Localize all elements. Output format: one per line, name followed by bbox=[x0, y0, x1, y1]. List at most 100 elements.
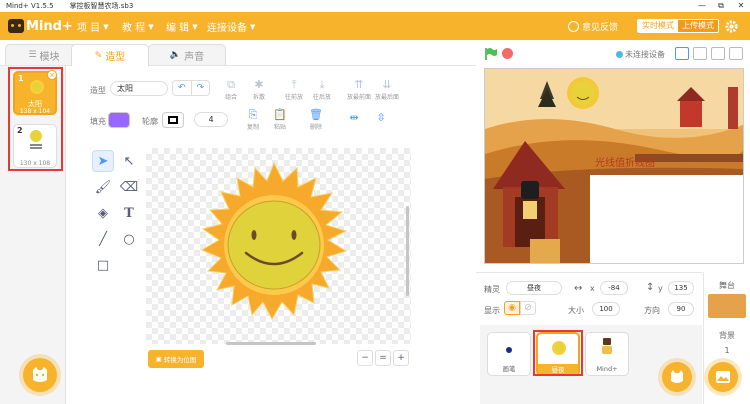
forward-icon: ⤒ bbox=[291, 78, 297, 91]
forward-button[interactable]: ⤒ 往前放 bbox=[279, 78, 309, 101]
menu-project[interactable]: 项 目 ▼ bbox=[77, 19, 109, 35]
front-button[interactable]: ⇈ 放最前面 bbox=[344, 78, 374, 101]
copy-button[interactable]: ⎘ 复制 bbox=[238, 108, 268, 131]
mindplus-logo: Mind+ bbox=[8, 17, 73, 35]
zoom-out-button[interactable]: − bbox=[357, 350, 373, 366]
flip-vertical-icon: ⇳ bbox=[376, 111, 386, 124]
menu-connect-label: 连接设备 bbox=[207, 23, 247, 34]
brush-tool[interactable]: 🖌 bbox=[92, 176, 114, 198]
undo-redo-group: ↶ ↷ bbox=[172, 80, 210, 96]
rectangle-tool[interactable]: □ bbox=[92, 254, 114, 276]
text-tool[interactable]: T bbox=[118, 202, 140, 224]
drawing-canvas[interactable] bbox=[146, 148, 411, 344]
delete-label: 删除 bbox=[309, 124, 322, 131]
add-sprite-button[interactable] bbox=[662, 362, 692, 392]
fill-label: 填充 bbox=[90, 117, 106, 126]
tab-sounds-label: 声音 bbox=[184, 51, 205, 63]
maximize-button[interactable]: ⧉ bbox=[711, 0, 731, 12]
close-button[interactable]: ✕ bbox=[731, 0, 750, 12]
back-button[interactable]: ⇊ 放最后面 bbox=[372, 78, 402, 101]
normal-stage-button[interactable] bbox=[693, 47, 707, 60]
zoom-reset-button[interactable]: = bbox=[375, 350, 391, 366]
minimize-button[interactable]: — bbox=[692, 0, 712, 12]
reshape-tool[interactable]: ↖ bbox=[118, 150, 140, 172]
menu-tutorial-label: 教 程 bbox=[122, 23, 146, 34]
tab-costumes[interactable]: ✎ 造型 bbox=[71, 44, 149, 66]
sprite-label: 精灵 bbox=[484, 285, 500, 294]
outline-square-icon bbox=[168, 116, 178, 124]
x-label: x bbox=[590, 284, 595, 293]
select-tool[interactable]: ➤ bbox=[92, 150, 114, 172]
paste-label: 粘贴 bbox=[273, 124, 286, 131]
sprite-name-input[interactable]: 昼夜 bbox=[506, 281, 562, 295]
sprite-tile-pen[interactable]: 画笔 bbox=[487, 332, 531, 376]
tab-sounds[interactable]: 🔈 声音 bbox=[148, 44, 226, 65]
upload-mode-button[interactable]: 上传模式 bbox=[678, 20, 718, 32]
line-icon: ╱ bbox=[99, 231, 107, 247]
zoom-in-button[interactable]: + bbox=[393, 350, 409, 366]
sprite-tile-name: 画笔 bbox=[502, 365, 516, 373]
menu-tutorial[interactable]: 教 程 ▼ bbox=[122, 19, 154, 35]
undo-icon[interactable]: ↶ bbox=[173, 81, 192, 95]
tab-blocks-label: 模块 bbox=[39, 51, 60, 63]
outline-color-swatch[interactable] bbox=[162, 112, 184, 128]
flip-vertical-button[interactable]: ⇳ bbox=[366, 111, 396, 125]
back-label: 放最后面 bbox=[374, 94, 399, 101]
group-button[interactable]: ⧉ 组合 bbox=[216, 78, 246, 101]
cat-icon bbox=[33, 367, 47, 382]
logo-icon bbox=[8, 19, 24, 33]
hide-eye-icon[interactable]: ⊘ bbox=[520, 301, 536, 315]
image-icon: ▣ bbox=[155, 355, 162, 363]
fill-tool[interactable]: ◈ bbox=[92, 202, 114, 224]
bucket-icon: ◈ bbox=[98, 205, 108, 221]
picture-icon bbox=[716, 371, 730, 383]
outline-width-input[interactable]: 4 bbox=[194, 112, 228, 127]
green-flag-icon[interactable] bbox=[484, 47, 498, 61]
backward-button[interactable]: ⤓ 往后放 bbox=[307, 78, 337, 101]
paste-button[interactable]: 📋 粘贴 bbox=[265, 108, 295, 131]
ungroup-icon: ✱ bbox=[254, 78, 264, 91]
ungroup-button[interactable]: ✱ 拆散 bbox=[244, 78, 274, 101]
canvas-horizontal-scrollbar[interactable] bbox=[226, 342, 316, 345]
direction-input[interactable]: 90 bbox=[668, 302, 694, 316]
small-stage-button[interactable] bbox=[675, 47, 689, 60]
menu-edit[interactable]: 编 辑 ▼ bbox=[166, 19, 198, 35]
sprite-tile-mindplus[interactable]: Mind+ bbox=[585, 332, 629, 376]
add-costume-button[interactable] bbox=[23, 358, 57, 392]
ungroup-label: 拆散 bbox=[252, 94, 265, 101]
y-input[interactable]: 135 bbox=[668, 281, 694, 295]
gear-icon[interactable] bbox=[724, 19, 739, 34]
canvas-vertical-scrollbar[interactable] bbox=[406, 206, 409, 296]
caret-down-icon: ▼ bbox=[250, 22, 256, 31]
show-eye-icon[interactable]: ◉ bbox=[504, 301, 520, 315]
title-bar: Mind+ V1.5.5 掌控板智慧农场.sb3 — ⧉ ✕ bbox=[0, 0, 750, 12]
size-input[interactable]: 100 bbox=[592, 302, 620, 316]
backward-icon: ⤓ bbox=[319, 78, 325, 91]
circle-tool[interactable]: ○ bbox=[118, 228, 140, 250]
stage-canvas[interactable]: 光线值折线图 bbox=[484, 68, 744, 264]
x-input[interactable]: -84 bbox=[600, 281, 628, 295]
eraser-tool[interactable]: ⌫ bbox=[118, 176, 140, 198]
delete-button[interactable]: 🗑 删除 bbox=[301, 108, 331, 131]
redo-icon[interactable]: ↷ bbox=[192, 81, 210, 95]
feedback-label: 意见反馈 bbox=[582, 23, 619, 33]
fullscreen-button[interactable] bbox=[729, 47, 743, 60]
menu-connect-device[interactable]: 连接设备 ▼ bbox=[207, 19, 256, 35]
trash-icon: 🗑 bbox=[309, 108, 323, 121]
editor-tabs: ☰ 模块 ✎ 造型 🔈 声音 bbox=[0, 40, 476, 66]
realtime-mode-button[interactable]: 实时模式 bbox=[638, 20, 678, 32]
line-tool[interactable]: ╱ bbox=[92, 228, 114, 250]
stop-icon[interactable] bbox=[502, 48, 513, 59]
add-backdrop-button[interactable] bbox=[708, 362, 738, 392]
large-stage-button[interactable] bbox=[711, 47, 725, 60]
convert-to-bitmap-button[interactable]: ▣ 转换为位图 bbox=[148, 350, 204, 368]
costume-name-input[interactable]: 太阳 bbox=[110, 81, 168, 96]
fill-color-swatch[interactable] bbox=[108, 112, 130, 128]
flip-horizontal-button[interactable]: ⇹ bbox=[339, 111, 369, 125]
menu-bar: Mind+ 项 目 ▼ 教 程 ▼ 编 辑 ▼ 连接设备 ▼ 意见反馈 实时模式 上传模… bbox=[0, 12, 750, 40]
brush-icon: 🖌 bbox=[94, 179, 112, 195]
convert-bitmap-label: 转换为位图 bbox=[163, 356, 197, 364]
copy-icon: ⎘ bbox=[248, 108, 258, 121]
feedback-button[interactable]: 意见反馈 bbox=[568, 20, 618, 33]
rectangle-icon: □ bbox=[96, 257, 110, 273]
